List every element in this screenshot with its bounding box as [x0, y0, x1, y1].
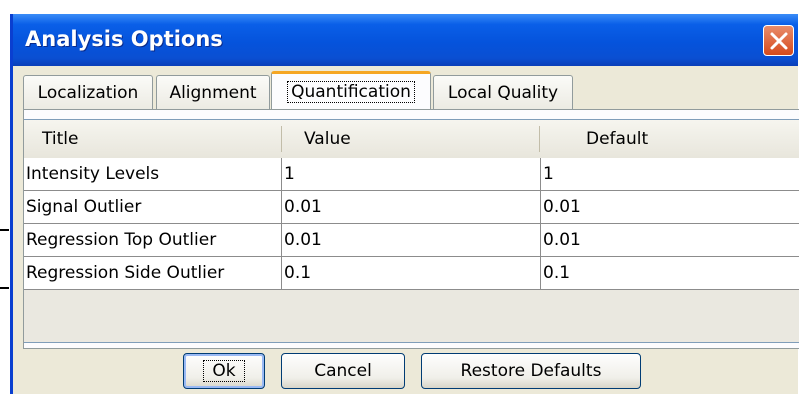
- stray-line-mark: [0, 287, 9, 289]
- analysis-options-dialog: Analysis Options Localization Alignment …: [10, 14, 799, 394]
- table-row[interactable]: Intensity Levels 1 1: [24, 158, 799, 191]
- cancel-button[interactable]: Cancel: [281, 353, 405, 389]
- close-x-icon: [770, 32, 787, 49]
- cell-title[interactable]: Regression Side Outlier: [24, 257, 282, 289]
- table-row[interactable]: Signal Outlier 0.01 0.01: [24, 191, 799, 224]
- tab-label: Quantification: [287, 80, 415, 103]
- ok-button[interactable]: Ok: [183, 353, 265, 389]
- tab-localization[interactable]: Localization: [23, 75, 153, 109]
- column-separator[interactable]: [539, 126, 540, 152]
- column-header-title[interactable]: Title: [42, 120, 78, 158]
- cell-title[interactable]: Regression Top Outlier: [24, 224, 282, 256]
- tab-quantification[interactable]: Quantification: [271, 71, 431, 109]
- column-header-default[interactable]: Default: [586, 120, 648, 158]
- ok-button-label: Ok: [203, 360, 245, 382]
- tab-label: Alignment: [169, 82, 257, 103]
- tab-alignment[interactable]: Alignment: [156, 75, 270, 109]
- cell-value[interactable]: 0.01: [282, 224, 541, 256]
- cell-value[interactable]: 0.01: [282, 191, 541, 223]
- column-header-value[interactable]: Value: [304, 120, 351, 158]
- tab-strip: Localization Alignment Quantification Lo…: [23, 71, 798, 109]
- cancel-button-label: Cancel: [314, 361, 372, 381]
- tab-label: Localization: [37, 82, 139, 103]
- close-button[interactable]: [763, 25, 794, 56]
- restore-defaults-button-label: Restore Defaults: [460, 361, 602, 381]
- tab-label: Local Quality: [447, 82, 559, 103]
- table-header: Title Value Default: [24, 120, 799, 159]
- cell-value[interactable]: 0.1: [282, 257, 541, 289]
- stray-line-mark: [0, 229, 9, 231]
- cell-title[interactable]: Intensity Levels: [24, 158, 282, 190]
- dialog-title: Analysis Options: [25, 27, 223, 51]
- column-separator[interactable]: [281, 126, 282, 152]
- cell-default[interactable]: 1: [541, 158, 799, 190]
- dialog-buttons: Ok Cancel Restore Defaults: [13, 344, 798, 394]
- quantification-panel: Title Value Default Intensity Levels 1 1…: [23, 109, 799, 349]
- cell-default[interactable]: 0.01: [541, 191, 799, 223]
- restore-defaults-button[interactable]: Restore Defaults: [421, 353, 641, 389]
- table-body: Intensity Levels 1 1 Signal Outlier 0.01…: [24, 158, 799, 290]
- tab-local-quality[interactable]: Local Quality: [433, 75, 573, 109]
- cell-default[interactable]: 0.01: [541, 224, 799, 256]
- title-bar[interactable]: Analysis Options: [13, 14, 798, 66]
- options-table: Title Value Default Intensity Levels 1 1…: [24, 119, 799, 343]
- table-row[interactable]: Regression Side Outlier 0.1 0.1: [24, 257, 799, 290]
- table-row[interactable]: Regression Top Outlier 0.01 0.01: [24, 224, 799, 257]
- cell-value[interactable]: 1: [282, 158, 541, 190]
- cell-default[interactable]: 0.1: [541, 257, 799, 289]
- cell-title[interactable]: Signal Outlier: [24, 191, 282, 223]
